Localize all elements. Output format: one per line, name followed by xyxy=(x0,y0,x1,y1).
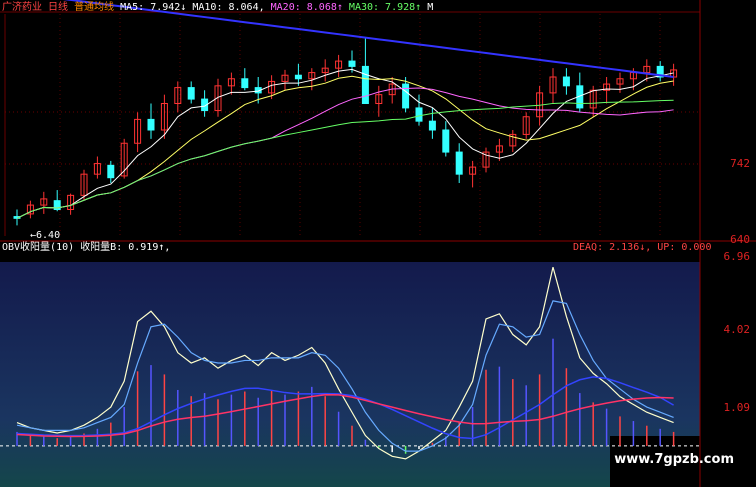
sub-indicator-right-value: DEAQ: 2.136↓, UP: 0.000 xyxy=(573,242,712,253)
candle-body xyxy=(187,87,195,100)
ma20-value: MA20: 8.068↑ xyxy=(270,2,343,13)
candle-body xyxy=(241,78,249,89)
candle-body xyxy=(442,129,450,153)
candle-body xyxy=(147,118,155,131)
ma10-value: MA10: 8.064, xyxy=(192,2,265,13)
sub-indicator-value: 收阳量B: 0.919↑, xyxy=(80,242,171,253)
candle-body xyxy=(361,65,369,104)
sub-label-696: 6.96 xyxy=(723,250,751,263)
ma5-line xyxy=(16,68,674,219)
ma30-value: MA30: 7.928↑ xyxy=(348,2,422,13)
low-price-marker: ←6.40 xyxy=(30,230,61,241)
indicator-name: 普通均线 xyxy=(74,2,115,13)
sub-label-109: 1.09 xyxy=(723,401,751,414)
candle-body xyxy=(402,83,410,109)
candle-body xyxy=(107,164,115,179)
ma5-value: MA5: 7.942↓ xyxy=(120,2,187,13)
period-label[interactable]: 日线 xyxy=(48,2,68,13)
candle-body xyxy=(294,74,302,80)
sub-indicator-header: OBV收阳量(10) 收阳量B: 0.919↑, xyxy=(2,242,170,254)
ma30-line xyxy=(16,99,674,219)
sub-indicator-title: OBV收阳量(10) xyxy=(2,242,75,253)
ma20-line xyxy=(16,87,674,219)
chart-header: 广济药业 日线 普通均线 MA5: 7.942↓ MA10: 8.064, MA… xyxy=(2,2,433,14)
candle-body xyxy=(455,151,463,175)
price-label-742: 742 xyxy=(730,157,750,170)
candle-body xyxy=(428,120,436,131)
price-label-640: 640 xyxy=(730,233,750,246)
watermark: www.7gpzb.com xyxy=(614,452,734,467)
candle-body xyxy=(348,60,356,67)
stock-name: 广济药业 xyxy=(2,2,42,13)
candle-body xyxy=(415,107,423,122)
sub-label-402: 4.02 xyxy=(723,323,751,336)
candle-body xyxy=(562,76,570,87)
ma-more-value: M xyxy=(427,2,434,13)
